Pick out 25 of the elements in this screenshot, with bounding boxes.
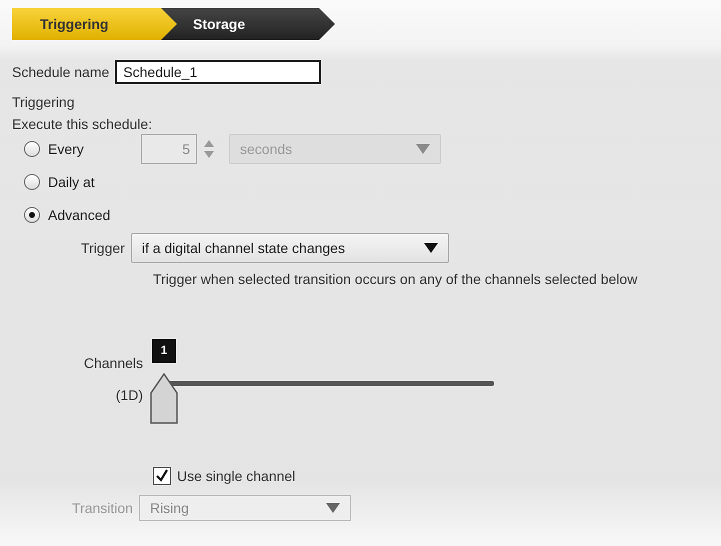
checkbox-label[interactable]: Use single channel <box>177 468 296 484</box>
radio-label[interactable]: Every <box>48 140 106 156</box>
checkbox[interactable] <box>153 467 171 485</box>
channel-slider[interactable]: 1 <box>150 339 510 435</box>
tab[interactable]: Storage <box>161 8 335 40</box>
radio-button[interactable] <box>24 140 40 156</box>
caret-icon <box>424 243 438 253</box>
field-label: Trigger <box>81 240 125 256</box>
field-label: Transition <box>72 500 133 516</box>
schedule-name-field[interactable]: Schedule_1 <box>115 60 322 84</box>
execute-label: Execute this schedule: <box>12 116 154 132</box>
field-label: (1D) <box>116 387 143 403</box>
trigger-description: Trigger when selected transition occurs on any of the channels selected below <box>153 271 638 287</box>
tab[interactable]: Triggering <box>12 8 177 40</box>
radio-label[interactable]: Daily at <box>48 174 106 190</box>
radio-button[interactable] <box>24 174 40 190</box>
section-title: Triggering <box>12 94 76 110</box>
caret-icon <box>326 503 340 513</box>
trigger-dropdown[interactable]: if a digital channel state changes <box>130 233 449 263</box>
field-label: Channels <box>84 355 143 371</box>
caret-icon <box>416 144 430 154</box>
slider-thumb[interactable] <box>150 373 178 425</box>
field-label: Schedule name <box>12 64 110 80</box>
channel-marker: 1 <box>152 339 176 363</box>
radio-button[interactable] <box>24 206 40 222</box>
